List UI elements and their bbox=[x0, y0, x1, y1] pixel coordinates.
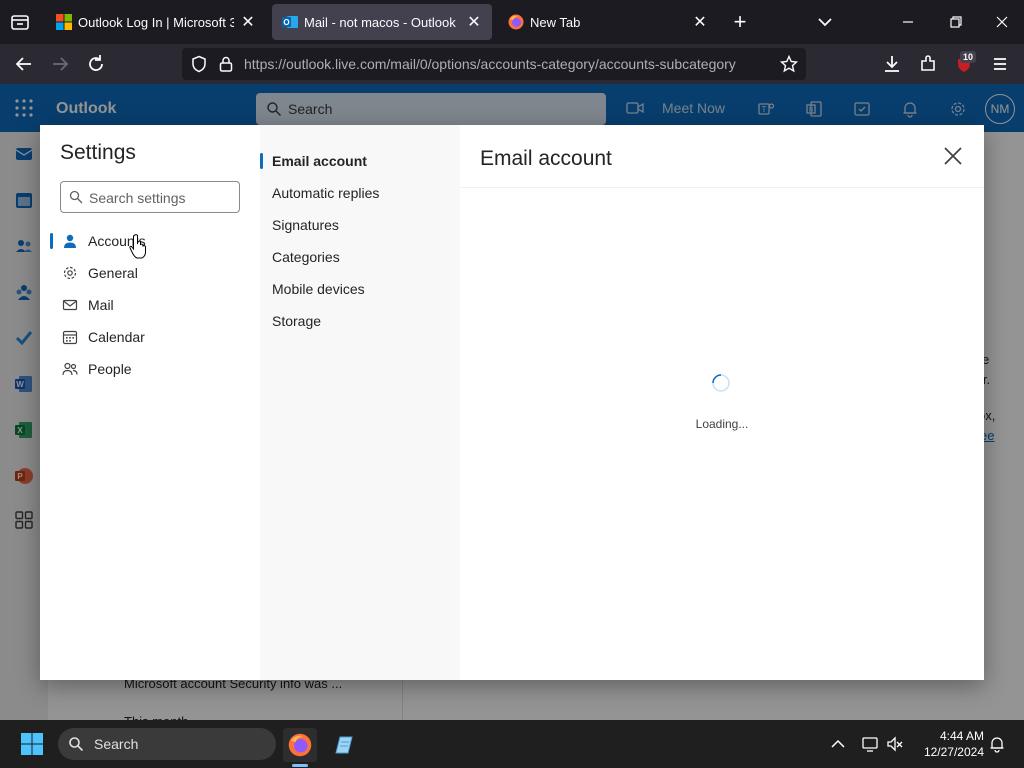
tab-title: Outlook Log In | Microsoft 365 bbox=[78, 14, 234, 30]
loading-spinner-icon bbox=[712, 374, 730, 392]
forward-arrow-icon[interactable] bbox=[48, 52, 72, 76]
browser-navigation-bar: https://outlook.live.com/mail/0/options/… bbox=[0, 44, 1024, 84]
url-bar[interactable]: https://outlook.live.com/mail/0/options/… bbox=[182, 48, 806, 80]
download-icon[interactable] bbox=[880, 52, 904, 76]
microsoft-logo-icon bbox=[56, 14, 72, 30]
hand-pointer-cursor-icon bbox=[129, 234, 146, 259]
system-clock[interactable]: 4:44 AM 12/27/2024 bbox=[914, 728, 984, 760]
taskbar-search[interactable]: Search bbox=[58, 728, 276, 760]
settings-content-pane: Email account Loading... bbox=[460, 125, 984, 680]
panel-title: Email account bbox=[480, 147, 612, 170]
volume-muted-icon[interactable] bbox=[886, 735, 904, 753]
settings-search-box[interactable] bbox=[60, 181, 240, 213]
settings-subcategory-mobile-devices[interactable]: Mobile devices bbox=[272, 281, 365, 297]
notepad-icon bbox=[335, 736, 353, 754]
extensions-icon[interactable] bbox=[916, 52, 940, 76]
network-icon[interactable] bbox=[861, 735, 879, 753]
category-label: People bbox=[88, 361, 132, 377]
category-label: Calendar bbox=[88, 329, 145, 345]
firefox-logo-icon bbox=[508, 14, 524, 30]
close-tab-icon[interactable]: ✕ bbox=[692, 12, 708, 32]
browser-tab-mail[interactable]: O Mail - not macos - Outlook ✕ bbox=[272, 4, 492, 40]
tab-title: Mail - not macos - Outlook bbox=[304, 14, 456, 30]
settings-category-accounts[interactable]: Accounts bbox=[50, 225, 250, 257]
gear-icon bbox=[63, 266, 77, 280]
tab-title: New Tab bbox=[530, 14, 581, 30]
taskbar-search-placeholder: Search bbox=[94, 736, 139, 752]
close-tab-icon[interactable]: ✕ bbox=[240, 12, 256, 32]
settings-categories-pane: Settings Accounts General Mail Calendar … bbox=[40, 125, 260, 680]
hamburger-menu-icon[interactable] bbox=[988, 52, 1012, 76]
active-app-indicator bbox=[292, 764, 308, 767]
category-label: General bbox=[88, 265, 138, 281]
new-tab-button[interactable]: + bbox=[728, 8, 752, 36]
settings-subcategories-pane: Email account Automatic replies Signatur… bbox=[260, 125, 460, 680]
restore-icon[interactable] bbox=[944, 10, 968, 34]
settings-title: Settings bbox=[60, 141, 136, 164]
settings-category-general[interactable]: General bbox=[50, 257, 250, 289]
settings-subcategory-storage[interactable]: Storage bbox=[272, 313, 321, 329]
chevron-down-icon[interactable] bbox=[814, 12, 836, 32]
taskbar-app[interactable] bbox=[327, 728, 361, 762]
clock-time: 4:44 AM bbox=[939, 729, 984, 743]
extension-count-badge: 10 bbox=[960, 51, 977, 63]
settings-dialog: Settings Accounts General Mail Calendar … bbox=[40, 125, 984, 680]
clock-date: 12/27/2024 bbox=[923, 745, 984, 759]
loading-text: Loading... bbox=[695, 417, 749, 431]
settings-category-calendar[interactable]: Calendar bbox=[50, 321, 250, 353]
tab-list-icon[interactable] bbox=[8, 10, 32, 34]
minimize-icon[interactable] bbox=[896, 10, 920, 34]
chevron-up-icon[interactable] bbox=[829, 735, 847, 753]
firefox-logo-icon bbox=[288, 733, 312, 757]
settings-category-people[interactable]: People bbox=[50, 353, 250, 385]
url-text[interactable]: https://outlook.live.com/mail/0/options/… bbox=[244, 56, 736, 72]
back-arrow-icon[interactable] bbox=[12, 52, 36, 76]
taskbar-firefox[interactable] bbox=[283, 728, 317, 762]
settings-subcategory-signatures[interactable]: Signatures bbox=[272, 217, 339, 233]
settings-subcategory-email-account[interactable]: Email account bbox=[260, 153, 367, 169]
search-icon bbox=[69, 190, 83, 204]
shield-icon[interactable] bbox=[190, 55, 208, 73]
settings-search-input[interactable] bbox=[89, 188, 235, 208]
svg-text:O: O bbox=[283, 18, 289, 27]
lock-icon[interactable] bbox=[218, 55, 234, 73]
settings-subcategory-automatic-replies[interactable]: Automatic replies bbox=[272, 185, 379, 201]
browser-tab-new-tab[interactable]: New Tab ✕ bbox=[498, 4, 718, 40]
people-icon bbox=[62, 362, 78, 376]
bookmark-star-icon[interactable] bbox=[780, 55, 798, 73]
calendar-icon bbox=[62, 330, 78, 345]
search-icon bbox=[69, 737, 84, 752]
browser-tab-outlook-login[interactable]: Outlook Log In | Microsoft 365 ✕ bbox=[46, 4, 266, 40]
reload-icon[interactable] bbox=[84, 52, 108, 76]
windows-start-icon[interactable] bbox=[20, 732, 44, 756]
mail-icon bbox=[62, 299, 78, 311]
panel-divider bbox=[460, 187, 984, 188]
person-icon bbox=[64, 234, 76, 248]
close-tab-icon[interactable]: ✕ bbox=[466, 12, 482, 32]
windows-taskbar: Search 4:44 AM 12/27/2024 bbox=[0, 720, 1024, 768]
close-window-icon[interactable] bbox=[990, 10, 1014, 34]
outlook-logo-icon: O bbox=[282, 16, 298, 28]
close-icon[interactable] bbox=[942, 145, 964, 167]
browser-tab-strip: Outlook Log In | Microsoft 365 ✕ O Mail … bbox=[0, 0, 1024, 44]
settings-subcategory-categories[interactable]: Categories bbox=[272, 249, 340, 265]
notification-bell-icon[interactable] bbox=[988, 735, 1006, 753]
category-label: Mail bbox=[88, 297, 114, 313]
settings-category-mail[interactable]: Mail bbox=[50, 289, 250, 321]
